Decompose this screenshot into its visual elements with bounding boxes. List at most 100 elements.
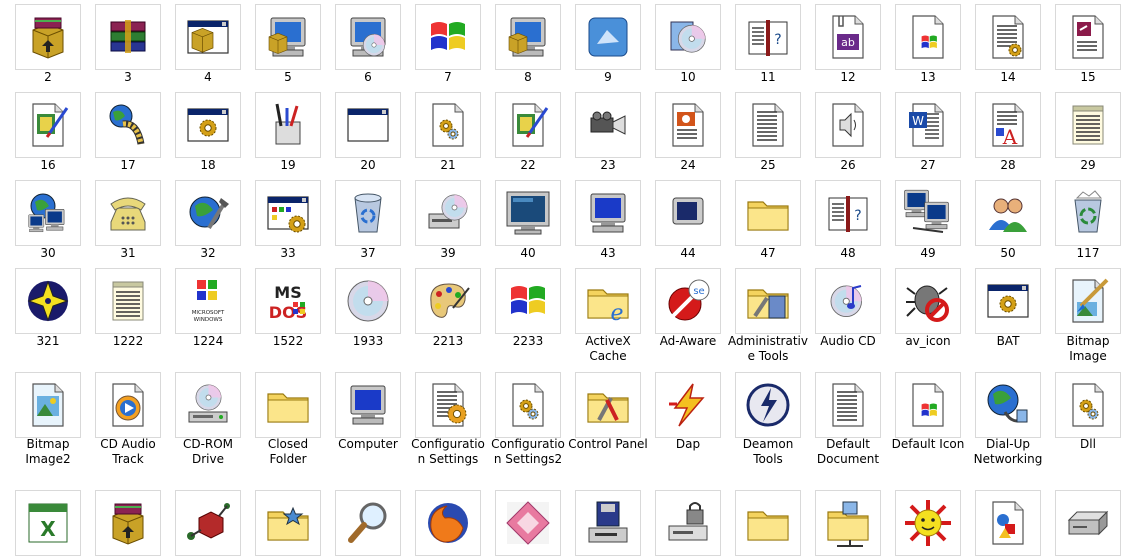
winrar-installer-icon[interactable]	[95, 490, 161, 556]
icon-label: BAT	[996, 334, 1020, 348]
text-document-icon[interactable]	[735, 92, 801, 158]
windows-document-icon[interactable]	[895, 4, 961, 70]
magnifier-icon[interactable]	[335, 490, 401, 556]
cd-disc-icon[interactable]	[335, 268, 401, 334]
hard-drive-icon[interactable]	[1055, 490, 1121, 556]
ms-dos-icon[interactable]: MS DOS	[255, 268, 321, 334]
av-bug-icon[interactable]	[895, 268, 961, 334]
font-document-icon[interactable]: A	[975, 92, 1041, 158]
computer-setup-icon[interactable]	[255, 4, 321, 70]
gear-window-icon[interactable]	[175, 92, 241, 158]
icon-label: 15	[1080, 70, 1096, 84]
paint-document-icon[interactable]	[495, 92, 561, 158]
lock-drive-icon[interactable]	[655, 490, 721, 556]
gear-document-icon[interactable]	[415, 92, 481, 158]
telephone-icon[interactable]	[95, 180, 161, 246]
folder-icon[interactable]	[735, 490, 801, 556]
notepad-icon[interactable]	[1055, 92, 1121, 158]
computer-icon[interactable]	[575, 180, 641, 246]
help-book-icon[interactable]: ?	[735, 4, 801, 70]
video-camera-icon[interactable]	[575, 92, 641, 158]
dialup-globe-icon[interactable]	[975, 372, 1041, 438]
svg-text:W: W	[912, 114, 924, 128]
network-globe-icon[interactable]	[15, 180, 81, 246]
cd-drive-icon[interactable]	[415, 180, 481, 246]
folder-icon[interactable]	[735, 180, 801, 246]
excel-icon[interactable]: X	[15, 490, 81, 556]
recycle-bin-empty-icon[interactable]	[335, 180, 401, 246]
paint-palette-icon[interactable]	[415, 268, 481, 334]
users-icon[interactable]	[975, 180, 1041, 246]
icon-label: 117	[1076, 246, 1100, 260]
firefox-icon[interactable]	[415, 490, 481, 556]
icon-label: Control Panel	[568, 437, 648, 451]
icon-label: 1222	[112, 334, 144, 348]
icon-label: CD-ROM Drive	[182, 437, 234, 466]
microsoft-windows-logo-icon[interactable]: MICROSOFT WINDOWS	[175, 268, 241, 334]
windows-logo-icon[interactable]	[415, 4, 481, 70]
moon-monitor-icon[interactable]	[655, 180, 721, 246]
help-book-icon[interactable]: ?	[815, 180, 881, 246]
cd-package-icon[interactable]	[655, 4, 721, 70]
config-settings-icon[interactable]	[415, 372, 481, 438]
shapes-document-icon[interactable]	[975, 490, 1041, 556]
blank-window-icon[interactable]	[335, 92, 401, 158]
svg-text:A: A	[1002, 125, 1018, 149]
pink-diamond-icon[interactable]	[495, 490, 561, 556]
star-emblem-icon[interactable]	[15, 268, 81, 334]
icon-label: Bitmap Image	[1066, 334, 1110, 363]
globe-tools-icon[interactable]	[175, 180, 241, 246]
sound-document-icon[interactable]	[815, 92, 881, 158]
cd-installer-icon[interactable]	[335, 4, 401, 70]
icon-label: 27	[920, 158, 936, 172]
access-document-icon[interactable]	[1055, 4, 1121, 70]
winrar-installer-icon[interactable]	[15, 4, 81, 70]
control-window-gear-icon[interactable]	[255, 180, 321, 246]
winrar-books-icon[interactable]	[95, 4, 161, 70]
word-document-icon[interactable]: W	[895, 92, 961, 158]
control-panel-icon[interactable]	[575, 372, 641, 438]
audio-cd-icon[interactable]	[815, 268, 881, 334]
admin-tools-icon[interactable]	[735, 268, 801, 334]
star-folder-icon[interactable]	[255, 490, 321, 556]
icon-label: 14	[1000, 70, 1016, 84]
computer-setup-icon[interactable]	[495, 4, 561, 70]
icon-label: 47	[760, 246, 776, 260]
windows-document-icon[interactable]	[895, 372, 961, 438]
icon-label: Default Icon	[891, 437, 965, 451]
molecule-box-icon[interactable]	[175, 490, 241, 556]
text-document-icon[interactable]	[815, 372, 881, 438]
gear-window-icon[interactable]	[975, 268, 1041, 334]
icon-label: CD Audio Track	[100, 437, 156, 466]
notepad-icon[interactable]	[95, 268, 161, 334]
paint-document-icon[interactable]	[15, 92, 81, 158]
monitor-icon[interactable]	[495, 180, 561, 246]
ie-folder-icon[interactable]: e	[575, 268, 641, 334]
gear-document-icon[interactable]	[1055, 372, 1121, 438]
sun-face-icon[interactable]	[895, 490, 961, 556]
lightning-icon[interactable]	[655, 372, 721, 438]
windows-logo-icon[interactable]	[495, 268, 561, 334]
globe-film-icon[interactable]	[95, 92, 161, 158]
bitmap-image-icon[interactable]	[15, 372, 81, 438]
floppy-drive-icon[interactable]	[575, 490, 641, 556]
gear-document-icon[interactable]	[495, 372, 561, 438]
tools-cup-icon[interactable]	[255, 92, 321, 158]
setup-box-window-icon[interactable]	[175, 4, 241, 70]
cd-audio-track-icon[interactable]	[95, 372, 161, 438]
computer-icon[interactable]	[335, 372, 401, 438]
cd-rom-drive-icon[interactable]	[175, 372, 241, 438]
ad-aware-icon[interactable]: se	[655, 268, 721, 334]
bitmap-brush-icon[interactable]	[1055, 268, 1121, 334]
folder-icon[interactable]	[255, 372, 321, 438]
text-ab-file-icon[interactable]: ab	[815, 4, 881, 70]
icon-label: 37	[360, 246, 376, 260]
blue-tile-icon[interactable]	[575, 4, 641, 70]
recycle-bin-full-icon[interactable]	[1055, 180, 1121, 246]
network-computers-icon[interactable]	[895, 180, 961, 246]
icon-label: 2	[44, 70, 52, 84]
settings-document-icon[interactable]	[975, 4, 1041, 70]
daemon-tools-icon[interactable]	[735, 372, 801, 438]
powerpoint-document-icon[interactable]	[655, 92, 721, 158]
network-folder-icon[interactable]	[815, 490, 881, 556]
